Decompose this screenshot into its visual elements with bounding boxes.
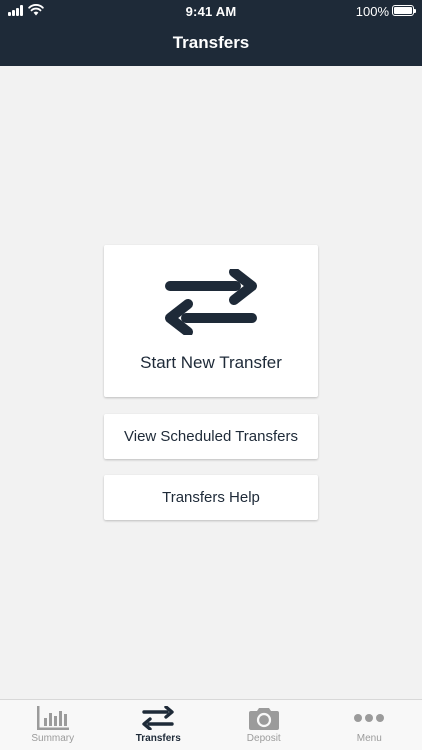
more-dots-icon (354, 714, 385, 722)
tab-summary-label: Summary (31, 733, 75, 744)
bar-chart-icon (36, 706, 69, 730)
battery-icon (392, 5, 416, 16)
tab-transfers[interactable]: Transfers (106, 700, 212, 750)
transfer-arrows-icon (165, 269, 257, 335)
transfers-screen: 9:41 AM 100% Transfers Start New Transfe… (0, 0, 422, 750)
battery-percentage: 100% (355, 4, 389, 19)
view-scheduled-transfers-label: View Scheduled Transfers (124, 428, 298, 445)
transfers-help-button[interactable]: Transfers Help (104, 475, 318, 520)
transfer-arrows-icon (142, 706, 174, 730)
transfers-help-label: Transfers Help (162, 489, 260, 506)
start-new-transfer-button[interactable]: Start New Transfer (104, 245, 318, 397)
start-new-transfer-label: Start New Transfer (140, 353, 282, 372)
status-bar: 9:41 AM 100% (0, 0, 422, 22)
tab-summary[interactable]: Summary (0, 700, 106, 750)
camera-icon (248, 708, 279, 730)
page-title: Transfers (172, 33, 250, 52)
tab-deposit[interactable]: Deposit (211, 700, 317, 750)
tab-deposit-label: Deposit (246, 733, 281, 744)
tab-transfers-label: Transfers (135, 733, 181, 744)
tab-menu-label: Menu (356, 733, 382, 744)
app-header: 9:41 AM 100% Transfers (0, 0, 422, 66)
view-scheduled-transfers-button[interactable]: View Scheduled Transfers (104, 414, 318, 459)
tab-bar: Summary Transfers Deposit Menu (0, 699, 422, 750)
tab-menu[interactable]: Menu (317, 700, 422, 750)
